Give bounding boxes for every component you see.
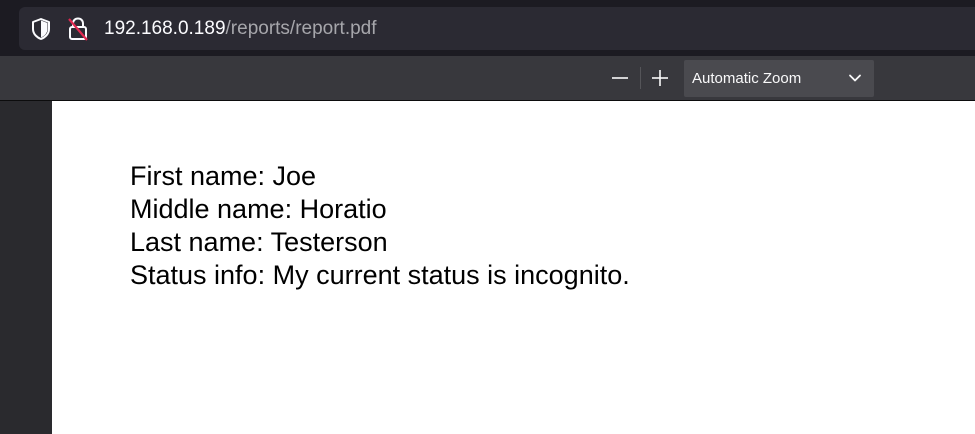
status-info-line: Status info: My current status is incogn… bbox=[130, 260, 630, 290]
address-bar-strip: 192.168.0.189/reports/report.pdf bbox=[0, 0, 975, 56]
url-text[interactable]: 192.168.0.189/reports/report.pdf bbox=[104, 17, 377, 41]
url-bar[interactable]: 192.168.0.189/reports/report.pdf bbox=[19, 7, 975, 50]
viewer-sidebar bbox=[0, 101, 52, 434]
plus-icon bbox=[652, 70, 668, 86]
insecure-lock-icon[interactable] bbox=[66, 16, 90, 42]
middle-name-line: Middle name: Horatio bbox=[130, 194, 387, 224]
zoom-select[interactable]: Automatic Zoom bbox=[684, 60, 874, 97]
last-name-line: Last name: Testerson bbox=[130, 227, 388, 257]
pdf-page: First name: Joe Middle name: Horatio Las… bbox=[52, 101, 975, 434]
zoom-value: Automatic Zoom bbox=[692, 70, 802, 87]
shield-icon[interactable] bbox=[30, 17, 52, 41]
url-host: 192.168.0.189 bbox=[104, 18, 226, 39]
url-path: /reports/report.pdf bbox=[225, 18, 377, 39]
zoom-out-button[interactable] bbox=[604, 62, 636, 94]
toolbar-separator bbox=[640, 67, 641, 89]
minus-icon bbox=[612, 77, 628, 79]
zoom-in-button[interactable] bbox=[644, 62, 676, 94]
pdf-toolbar: Automatic Zoom bbox=[0, 56, 975, 101]
first-name-line: First name: Joe bbox=[130, 161, 317, 191]
chevron-down-icon bbox=[849, 74, 861, 82]
